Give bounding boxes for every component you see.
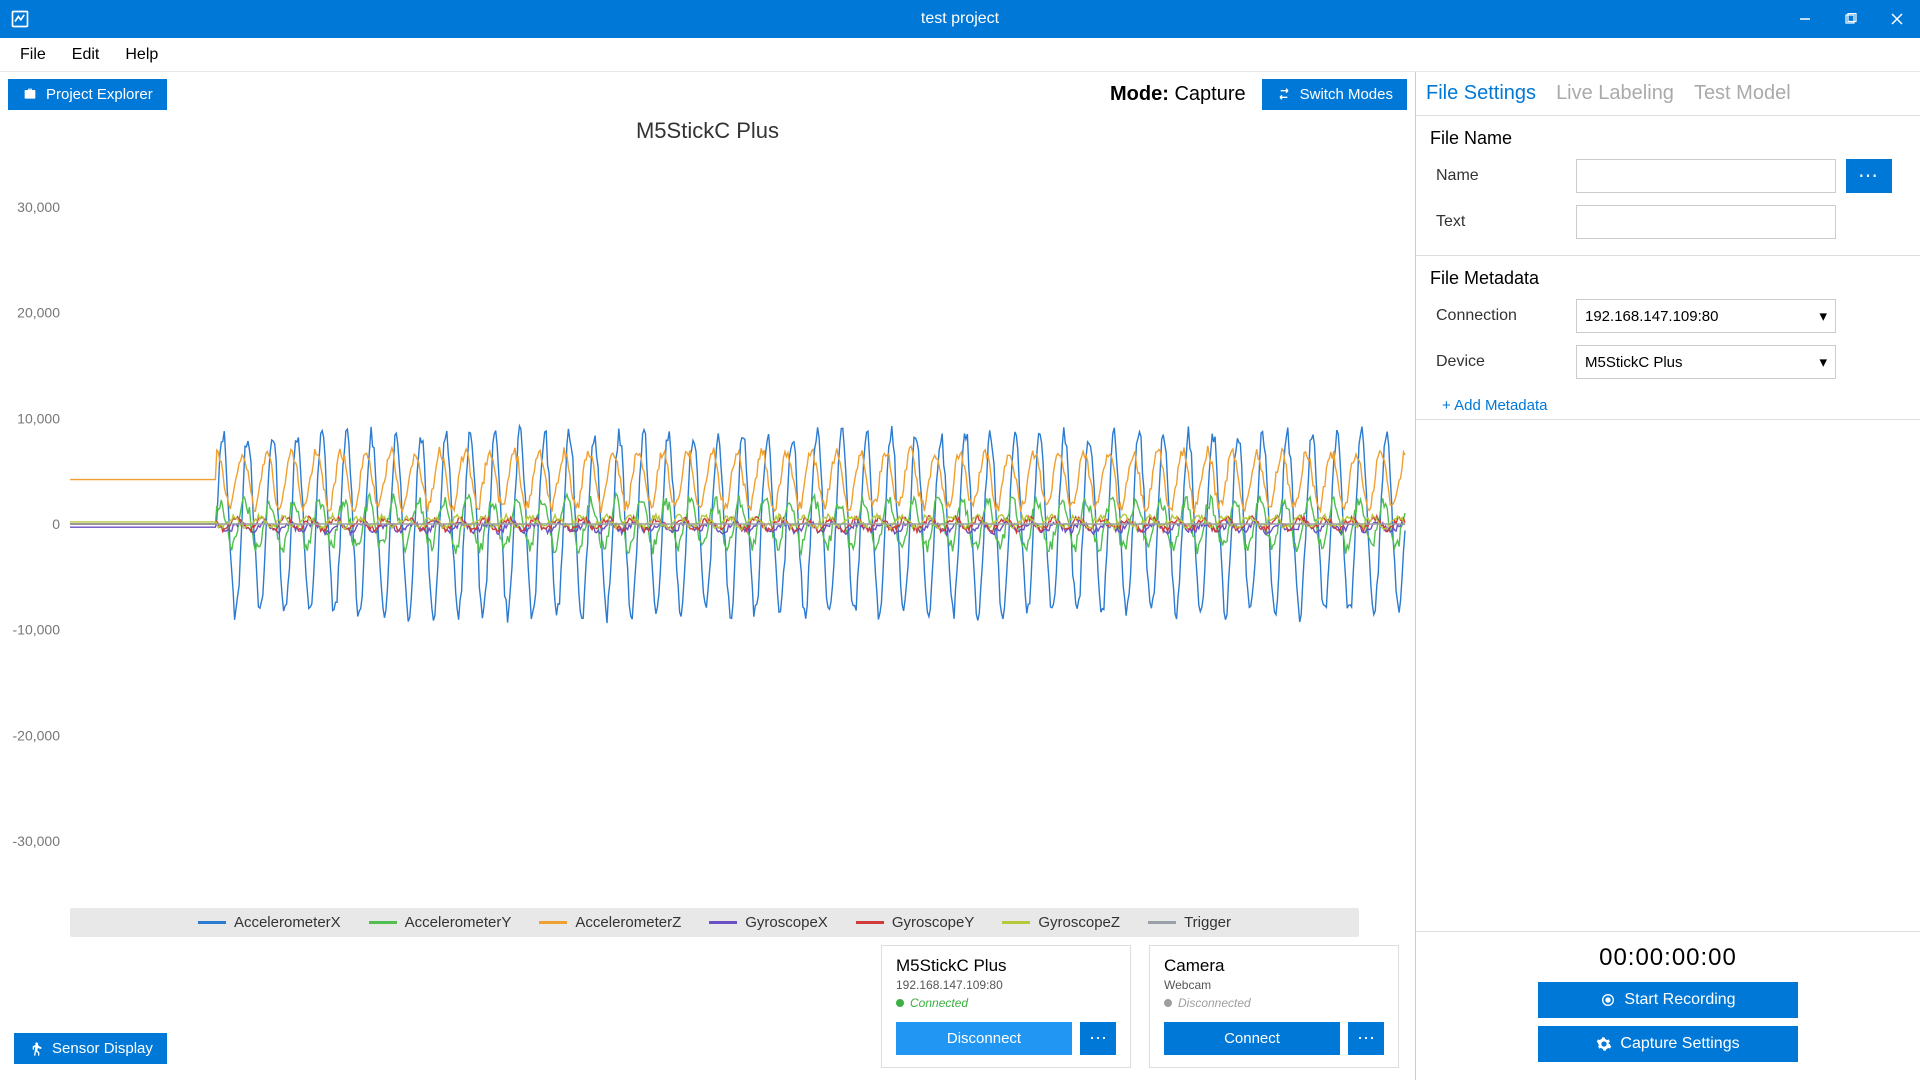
device-action-button[interactable]: Disconnect <box>896 1022 1072 1055</box>
left-pane: Project Explorer Mode: Capture Switch Mo… <box>0 72 1415 1080</box>
device-status-row: M5StickC Plus 192.168.147.109:80 Connect… <box>0 937 1415 1080</box>
chevron-down-icon: ▾ <box>1819 307 1827 325</box>
device-card: Camera Webcam Disconnected Connect ⋯ <box>1149 945 1399 1068</box>
record-icon <box>1600 992 1616 1008</box>
legend-swatch <box>856 921 884 924</box>
y-tick-label: 30,000 <box>17 199 60 215</box>
timer-display: 00:00:00:00 <box>1599 944 1737 972</box>
device-card-status: Disconnected <box>1164 996 1384 1010</box>
file-metadata-heading: File Metadata <box>1430 268 1906 289</box>
file-name-section: File Name Name ⋯ Text <box>1416 116 1920 255</box>
chart-title: M5StickC Plus <box>0 116 1415 144</box>
chart-legend: AccelerometerX AccelerometerY Acceleromete… <box>70 908 1359 937</box>
device-more-button[interactable]: ⋯ <box>1348 1022 1384 1055</box>
sensor-display-button[interactable]: Sensor Display <box>14 1033 167 1064</box>
add-metadata-link[interactable]: + Add Metadata <box>1442 397 1548 414</box>
text-input[interactable] <box>1576 205 1836 239</box>
legend-swatch <box>369 921 397 924</box>
swap-icon <box>1276 86 1292 102</box>
status-dot-icon <box>896 999 904 1007</box>
start-recording-label: Start Recording <box>1624 991 1735 1009</box>
device-more-button[interactable]: ⋯ <box>1080 1022 1116 1055</box>
device-card-title: Camera <box>1164 956 1384 976</box>
menu-file[interactable]: File <box>8 42 58 68</box>
toolbar-row: Project Explorer Mode: Capture Switch Mo… <box>0 72 1415 116</box>
project-explorer-label: Project Explorer <box>46 86 153 103</box>
briefcase-icon <box>22 86 38 102</box>
chart-area[interactable]: -30,000 -20,000 -10,000 0 10,000 20,000 30,000 <box>0 144 1415 904</box>
file-metadata-section: File Metadata Connection 192.168.147.109… <box>1416 256 1920 419</box>
project-explorer-button[interactable]: Project Explorer <box>8 79 167 110</box>
minimize-button[interactable] <box>1782 0 1828 38</box>
sensor-display-label: Sensor Display <box>52 1040 153 1057</box>
legend-label: GyroscopeZ <box>1038 914 1120 931</box>
device-card-status: Connected <box>896 996 1116 1010</box>
legend-swatch <box>1148 921 1176 924</box>
device-card-title: M5StickC Plus <box>896 956 1116 976</box>
name-input[interactable] <box>1576 159 1836 193</box>
y-tick-label: 20,000 <box>17 305 60 321</box>
maximize-button[interactable] <box>1828 0 1874 38</box>
legend-swatch <box>709 921 737 924</box>
switch-modes-label: Switch Modes <box>1300 86 1393 103</box>
status-dot-icon <box>1164 999 1172 1007</box>
text-label: Text <box>1436 213 1566 231</box>
gear-icon <box>1596 1036 1612 1052</box>
chevron-down-icon: ▾ <box>1819 353 1827 371</box>
menubar: File Edit Help <box>0 38 1920 72</box>
legend-item[interactable]: Trigger <box>1148 914 1231 931</box>
tab-live-labeling[interactable]: Live Labeling <box>1556 82 1674 109</box>
legend-item[interactable]: AccelerometerX <box>198 914 341 931</box>
legend-swatch <box>1002 921 1030 924</box>
legend-label: AccelerometerX <box>234 914 341 931</box>
switch-modes-button[interactable]: Switch Modes <box>1262 79 1407 110</box>
legend-label: GyroscopeY <box>892 914 975 931</box>
mode-indicator: Mode: Capture <box>1110 83 1246 106</box>
legend-swatch <box>539 921 567 924</box>
legend-label: AccelerometerY <box>405 914 512 931</box>
legend-label: GyroscopeX <box>745 914 828 931</box>
capture-settings-label: Capture Settings <box>1620 1035 1739 1053</box>
y-tick-label: -10,000 <box>13 622 61 638</box>
right-tabs: File Settings Live Labeling Test Model <box>1416 72 1920 116</box>
legend-swatch <box>198 921 226 924</box>
start-recording-button[interactable]: Start Recording <box>1538 982 1798 1018</box>
legend-item[interactable]: AccelerometerZ <box>539 914 681 931</box>
y-tick-label: -30,000 <box>13 833 61 849</box>
menu-help[interactable]: Help <box>113 42 170 68</box>
legend-item[interactable]: AccelerometerY <box>369 914 512 931</box>
name-label: Name <box>1436 167 1566 185</box>
legend-item[interactable]: GyroscopeX <box>709 914 828 931</box>
recording-controls: 00:00:00:00 Start Recording Capture Sett… <box>1416 931 1920 1080</box>
y-tick-label: 0 <box>52 516 60 532</box>
close-button[interactable] <box>1874 0 1920 38</box>
tab-file-settings[interactable]: File Settings <box>1426 82 1536 109</box>
device-card-sub: Webcam <box>1164 978 1384 992</box>
menu-edit[interactable]: Edit <box>60 42 112 68</box>
y-tick-label: -20,000 <box>13 727 61 743</box>
file-name-heading: File Name <box>1430 128 1906 149</box>
app-icon <box>6 5 34 33</box>
person-walk-icon <box>28 1041 44 1057</box>
connection-select[interactable]: 192.168.147.109:80 ▾ <box>1576 299 1836 333</box>
legend-item[interactable]: GyroscopeY <box>856 914 975 931</box>
legend-label: Trigger <box>1184 914 1231 931</box>
capture-settings-button[interactable]: Capture Settings <box>1538 1026 1798 1062</box>
legend-label: AccelerometerZ <box>575 914 681 931</box>
window-title: test project <box>921 10 999 28</box>
device-action-button[interactable]: Connect <box>1164 1022 1340 1055</box>
y-tick-label: 10,000 <box>17 410 60 426</box>
right-pane: File Settings Live Labeling Test Model F… <box>1415 72 1920 1080</box>
legend-item[interactable]: GyroscopeZ <box>1002 914 1120 931</box>
device-label: Device <box>1436 353 1566 371</box>
tab-test-model[interactable]: Test Model <box>1694 82 1791 109</box>
device-select[interactable]: M5StickC Plus ▾ <box>1576 345 1836 379</box>
name-browse-button[interactable]: ⋯ <box>1846 159 1892 193</box>
connection-label: Connection <box>1436 307 1566 325</box>
titlebar: test project <box>0 0 1920 38</box>
device-card: M5StickC Plus 192.168.147.109:80 Connect… <box>881 945 1131 1068</box>
device-card-sub: 192.168.147.109:80 <box>896 978 1116 992</box>
